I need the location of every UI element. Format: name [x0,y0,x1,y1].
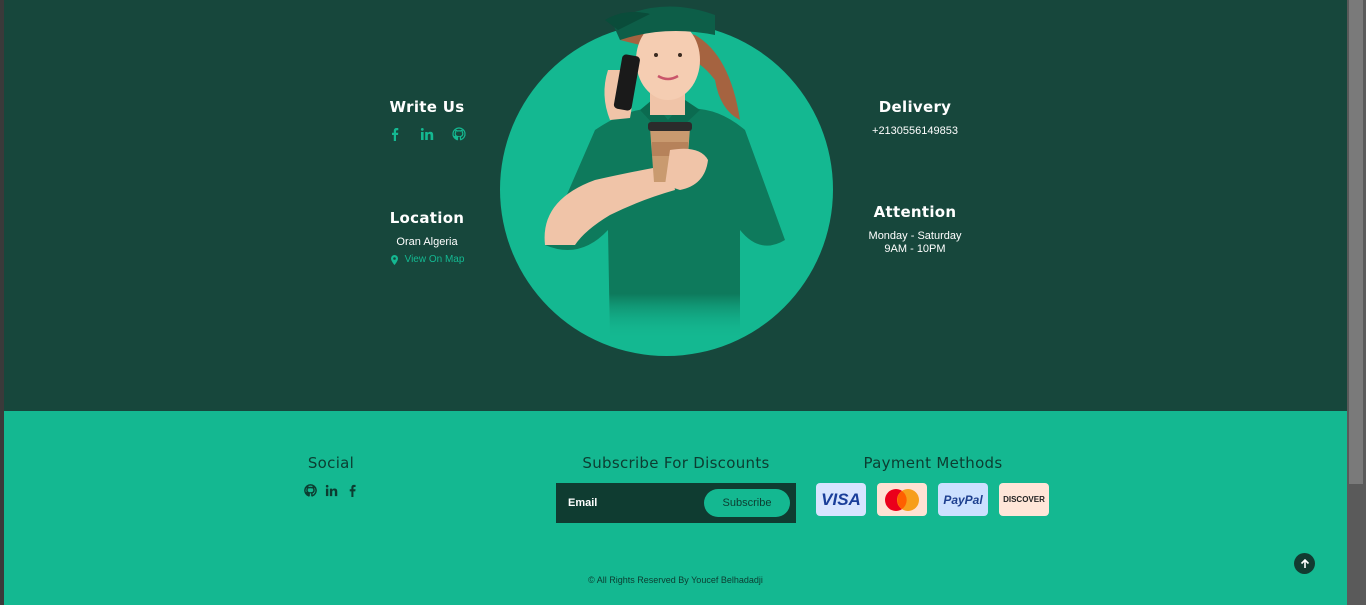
subscribe-form: Subscribe [556,483,796,523]
location-title: Location [389,209,465,227]
location-block: Location Oran Algeria View On Map [364,209,490,270]
copyright-text: © All Rights Reserved By Youcef Belhadad… [588,575,763,585]
social-column: Social [261,454,401,497]
scroll-to-top-button[interactable] [1294,553,1315,574]
email-input[interactable] [568,497,688,509]
page: Write Us Location Oran Algeria View On M… [4,0,1347,605]
payment-cards: VISA PayPal DISCOVER [816,483,1050,516]
view-on-map-label: View On Map [404,254,465,265]
github-icon[interactable] [452,127,466,141]
attention-block: Attention Monday - Saturday 9AM - 10PM [854,203,976,256]
linkedin-icon[interactable] [420,127,434,141]
facebook-icon[interactable] [388,127,402,141]
subscribe-title: Subscribe For Discounts [582,454,770,472]
location-address: Oran Algeria [396,236,458,248]
footer: Social Subscribe For Discounts Subscribe [4,411,1347,605]
payment-column: Payment Methods VISA PayPal DISCOVER [816,454,1050,516]
attention-title: Attention [873,203,957,221]
delivery-person-image [544,6,785,340]
subscribe-column: Subscribe For Discounts Subscribe [556,454,796,523]
paypal-card-icon: PayPal [938,483,988,516]
facebook-icon[interactable] [346,484,359,497]
contact-section: Write Us Location Oran Algeria View On M… [4,0,1347,411]
github-icon[interactable] [303,484,317,497]
social-title: Social [307,454,355,472]
subscribe-button[interactable]: Subscribe [704,489,790,517]
delivery-block: Delivery +2130556149853 [854,98,976,138]
mastercard-card-icon [877,483,927,516]
discover-card-icon: DISCOVER [999,483,1049,516]
linkedin-icon[interactable] [325,484,338,497]
write-us-icons [364,127,490,141]
delivery-title: Delivery [878,98,952,116]
social-icons [261,484,401,497]
delivery-phone: +2130556149853 [872,125,958,137]
attention-hours: 9AM - 10PM [884,243,946,255]
arrow-up-icon [1300,558,1309,568]
attention-days: Monday - Saturday [868,230,962,242]
payment-title: Payment Methods [863,454,1003,472]
view-on-map-link[interactable]: View On Map [390,254,465,265]
scrollbar-thumb[interactable] [1349,0,1363,484]
map-pin-icon [390,254,398,265]
visa-card-icon: VISA [816,483,866,516]
write-us-block: Write Us [364,98,490,141]
write-us-title: Write Us [389,98,465,116]
